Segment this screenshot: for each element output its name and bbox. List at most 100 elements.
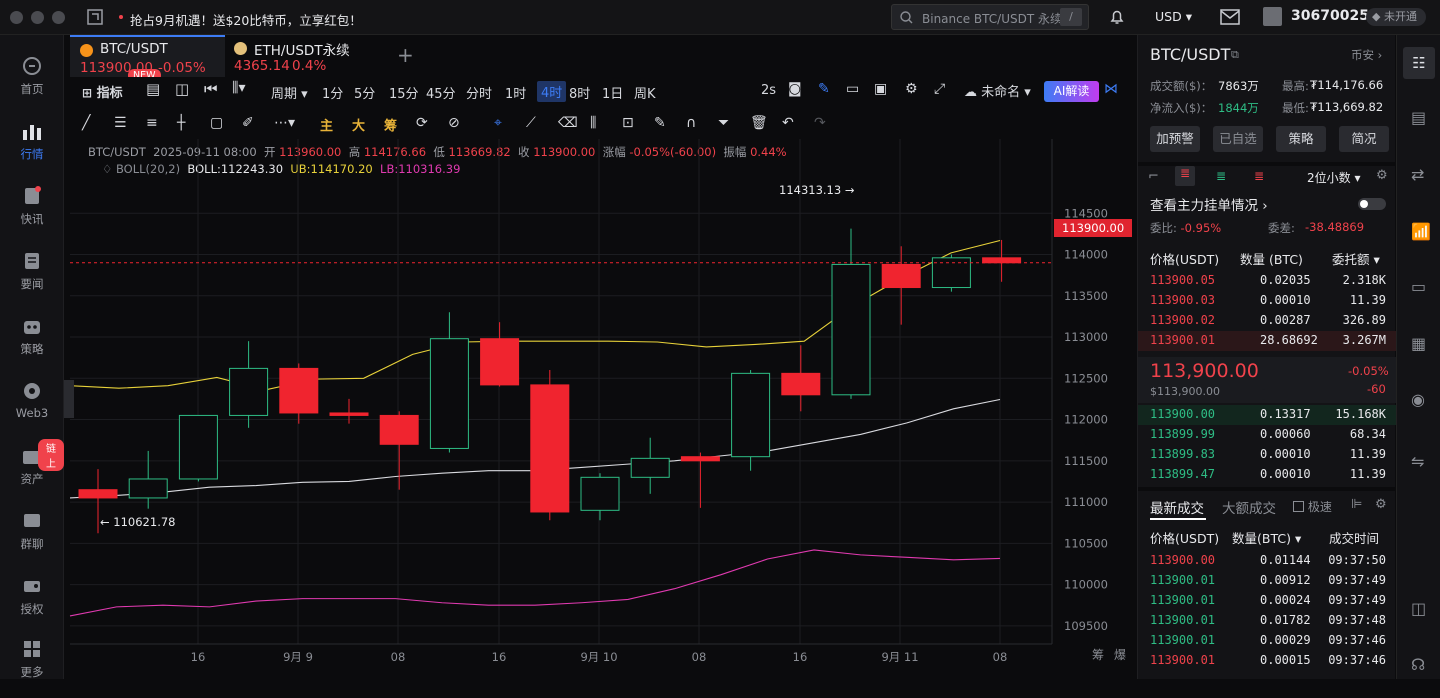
precision-select[interactable]: 2位小数 ▾	[1307, 169, 1360, 186]
headset-icon[interactable]: ☊	[1411, 655, 1425, 674]
layout-select[interactable]: ☁ 未命名 ▾	[964, 81, 1031, 100]
currency-select[interactable]: USD ▾	[1155, 9, 1192, 24]
more-tools-icon[interactable]: ⋯▾	[274, 115, 295, 131]
promo-link[interactable]: 抢占9月机遇！送$20比特币，立享红包！	[130, 10, 362, 29]
avatar[interactable]	[1263, 7, 1282, 26]
refresh-speed[interactable]: 2s	[761, 83, 776, 98]
interval-9[interactable]: 周K	[634, 83, 656, 102]
magnet-icon[interactable]: ∩	[686, 115, 696, 131]
fullscreen-icon[interactable]: ⤢	[934, 81, 945, 97]
window-zoom-button[interactable]	[52, 11, 65, 24]
lock-icon[interactable]: ⊡	[622, 115, 634, 131]
sidebar-item-news[interactable]: 要闻	[0, 250, 64, 310]
calendar-icon[interactable]: ▤	[146, 80, 160, 98]
line-tool-icon[interactable]: ╱	[82, 115, 90, 131]
tab-btc-usdt[interactable]: BTC/USDT 113900.00 -0.05% NEW	[70, 35, 225, 82]
collapse-left-handle[interactable]	[64, 380, 74, 418]
trade-icon[interactable]: ⇄	[1411, 165, 1424, 184]
split-view-icon[interactable]: ◫	[175, 80, 189, 98]
rect-tool-icon[interactable]: ▢	[210, 115, 223, 131]
candle-icon[interactable]: ⫼	[590, 115, 596, 131]
overview-button[interactable]: 简况	[1339, 126, 1389, 152]
ai-interpret-button[interactable]: AI解读	[1044, 81, 1099, 102]
liquidation-corner-label[interactable]: 爆	[1114, 646, 1126, 663]
book-row[interactable]: 113900.02 0.00287 326.89	[1150, 311, 1386, 331]
layout-icon[interactable]	[86, 8, 104, 26]
eraser-icon[interactable]: ⌫	[558, 115, 578, 131]
settings-icon[interactable]: ⚙	[905, 81, 918, 97]
note-icon[interactable]: ▭	[846, 81, 859, 97]
main-force-button[interactable]: 主	[320, 115, 333, 134]
book-row[interactable]: 113899.47 0.00010 11.39	[1150, 465, 1386, 485]
transfer-icon[interactable]: ⇋	[1411, 452, 1424, 471]
interval-2[interactable]: 15分	[389, 83, 419, 102]
share-icon[interactable]: ⋈	[1104, 81, 1118, 97]
list-view-icon[interactable]: ☷	[1403, 47, 1435, 79]
filter-lines-icon[interactable]: ⊫	[1351, 497, 1362, 512]
channel-tool-icon[interactable]: ≡	[146, 115, 158, 131]
ray-tool-icon[interactable]: ┼	[177, 115, 185, 131]
bell-icon[interactable]	[1108, 8, 1126, 26]
copy-icon[interactable]: ⧉	[1231, 48, 1239, 62]
add-tab-button[interactable]: +	[397, 43, 414, 67]
camera-icon[interactable]: ◙	[788, 81, 802, 97]
interval-4[interactable]: 分时	[466, 83, 492, 102]
brush-tool-icon[interactable]: ✐	[242, 115, 254, 131]
edit-icon[interactable]: ✎	[654, 115, 666, 131]
hline-tool-icon[interactable]: ☰	[114, 115, 127, 131]
mail-icon[interactable]	[1220, 9, 1240, 25]
exchange-link[interactable]: 币安 ›	[1351, 47, 1382, 63]
window-close-button[interactable]	[10, 11, 23, 24]
sidebar-item-more[interactable]: 更多	[0, 638, 64, 698]
trades-settings-icon[interactable]: ⚙	[1375, 497, 1387, 512]
book-both-icon[interactable]: ≣	[1175, 166, 1195, 186]
big-order-button[interactable]: 大	[352, 115, 365, 134]
book-bids-icon[interactable]: ≣	[1216, 169, 1226, 183]
sidebar-item-chat[interactable]: 群聊	[0, 510, 64, 570]
rewind-icon[interactable]: ⏮	[204, 80, 218, 98]
interval-5[interactable]: 1时	[505, 83, 526, 102]
book-row[interactable]: 113899.83 0.00010 11.39	[1150, 445, 1386, 465]
book-row[interactable]: 113899.99 0.00060 68.34	[1150, 425, 1386, 445]
interval-1[interactable]: 5分	[354, 83, 375, 102]
template-icon[interactable]: ▣	[874, 81, 887, 97]
interval-0[interactable]: 1分	[322, 83, 343, 102]
period-select[interactable]: 周期 ▾	[271, 83, 308, 102]
kline-chart[interactable]: BTC/USDT 2025-09-11 08:00 开 113960.00 高 …	[64, 139, 1136, 679]
sidebar-item-assets[interactable]: 资产 链上	[0, 439, 64, 505]
monitor-icon[interactable]: ▭	[1411, 277, 1426, 296]
undo-icon[interactable]: ↶	[782, 115, 794, 131]
chip-button[interactable]: 筹	[384, 115, 397, 134]
t-col-qty[interactable]: 数量(BTC) ▾	[1232, 528, 1301, 547]
sidebar-item-flash[interactable]: 快讯	[0, 185, 64, 245]
sidebar-item-web3[interactable]: Web3	[0, 380, 64, 440]
sidebar-item-authorize[interactable]: 授权	[0, 575, 64, 635]
document-icon[interactable]: ▤	[1411, 108, 1426, 127]
tab-big-trades[interactable]: 大额成交	[1222, 497, 1276, 517]
trash-icon[interactable]: 🗑	[750, 115, 768, 131]
strategy-button[interactable]: 策略	[1276, 126, 1326, 152]
filter-icon[interactable]: ⏷	[718, 115, 729, 131]
account-status-badge[interactable]: ◆ 未开通	[1366, 8, 1426, 26]
book-settings-icon[interactable]: ⚙	[1376, 168, 1388, 183]
sync-icon[interactable]: ⟳	[416, 115, 428, 131]
cursor-icon[interactable]: ⌖	[494, 115, 502, 131]
ticket-icon[interactable]: ▦	[1411, 334, 1426, 353]
interval-7[interactable]: 8时	[569, 83, 590, 102]
fast-checkbox[interactable]: 极速	[1293, 498, 1332, 515]
book-row[interactable]: 113900.03 0.00010 11.39	[1150, 291, 1386, 311]
interval-6[interactable]: 4时	[537, 81, 567, 102]
main-orders-toggle[interactable]	[1358, 198, 1386, 210]
book-view-icon[interactable]: ⌐	[1148, 169, 1159, 184]
tab-latest-trades[interactable]: 最新成交	[1150, 497, 1204, 517]
search-input[interactable]: Binance BTC/USDT 永续 /	[891, 4, 1089, 30]
sidebar-item-market[interactable]: 行情	[0, 120, 64, 180]
book-row[interactable]: 113900.05 0.02035 2.318K	[1150, 271, 1386, 291]
col-total[interactable]: 委托额 ▾	[1332, 249, 1380, 268]
book-row[interactable]: 113900.00 0.13317 15.168K	[1138, 405, 1396, 425]
book-row[interactable]: 113900.01 28.68692 3.267M	[1138, 331, 1396, 351]
watchlist-button[interactable]: 已自选	[1213, 126, 1263, 152]
add-alert-button[interactable]: 加预警	[1150, 126, 1200, 152]
main-orders-link[interactable]: 查看主力挂单情况 ›	[1150, 194, 1268, 214]
pen-icon[interactable]: ✎	[818, 81, 830, 97]
